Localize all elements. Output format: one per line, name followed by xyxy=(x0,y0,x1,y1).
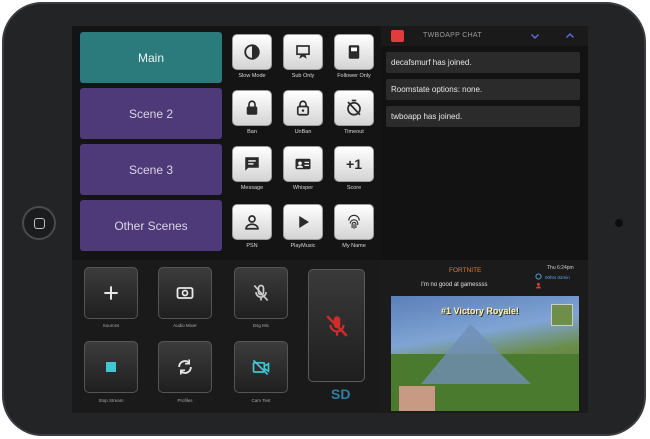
stream-preview[interactable]: #1 Victory Royale! xyxy=(391,296,579,411)
scene-other-button[interactable]: Other Scenes xyxy=(80,200,222,251)
chat-message: decafsmurf has joined. xyxy=(386,52,580,73)
audio-mixer-button[interactable] xyxy=(158,267,212,319)
scene-3-button[interactable]: Scene 3 xyxy=(80,144,222,195)
chevron-down-icon[interactable] xyxy=(529,30,541,42)
message-button[interactable] xyxy=(232,146,272,182)
timeout-label: Timeout xyxy=(344,129,364,135)
sync-icon xyxy=(178,359,192,375)
audio-mixer-icon xyxy=(176,287,194,299)
score-button[interactable]: +1 xyxy=(334,146,374,182)
slow-mode-icon xyxy=(244,44,260,60)
chat-header: TWBOAPP CHAT xyxy=(381,26,588,46)
dsg-mic-label: Dsg Mic xyxy=(252,323,270,328)
stop-stream-button[interactable] xyxy=(84,341,138,393)
clock-icon xyxy=(535,273,542,280)
chat-panel[interactable]: decafsmurf has joined. Roomstate options… xyxy=(381,46,588,260)
camera-off-icon xyxy=(252,359,270,376)
audio-mixer-label: Audio Mixer xyxy=(173,323,197,328)
game-title: FORTNITE xyxy=(449,267,482,274)
stop-icon xyxy=(106,362,116,372)
chat-message: twboapp has joined. xyxy=(386,106,580,127)
lock-icon xyxy=(246,100,258,115)
screen: Main Scene 2 Scene 3 Other Scenes Slow M… xyxy=(72,26,588,413)
psn-button[interactable] xyxy=(232,204,272,240)
follower-only-icon xyxy=(348,45,360,59)
scene-main-button[interactable]: Main xyxy=(80,32,222,83)
score-label: Score xyxy=(346,185,362,191)
follower-only-label: Follower Only xyxy=(337,73,371,79)
cam-test-button[interactable] xyxy=(234,341,288,393)
chat-message: Roomstate options: none. xyxy=(386,79,580,100)
scene-2-button[interactable]: Scene 2 xyxy=(80,88,222,139)
whisper-button[interactable] xyxy=(283,146,323,182)
play-icon xyxy=(299,216,309,228)
fingerprint-icon xyxy=(348,214,360,229)
message-icon xyxy=(245,157,259,171)
unban-button[interactable] xyxy=(283,90,323,126)
stream-status: I'm no good at gamessss xyxy=(421,282,488,288)
chat-title: TWBOAPP CHAT xyxy=(423,32,482,39)
minimap xyxy=(551,304,573,326)
my-name-button[interactable] xyxy=(334,204,374,240)
my-name-label: My Name xyxy=(342,243,366,249)
timeout-button[interactable] xyxy=(334,90,374,126)
chevron-up-icon[interactable] xyxy=(564,30,576,42)
play-music-button[interactable] xyxy=(283,204,323,240)
plus-one-icon: +1 xyxy=(346,156,362,172)
profiles-button[interactable] xyxy=(158,341,212,393)
profiles-label: Profiles xyxy=(177,398,193,403)
webcam-overlay xyxy=(399,386,435,411)
app-logo: SD xyxy=(331,386,351,402)
clock: Thu 6:24pm xyxy=(547,265,574,271)
sources-label: Sources xyxy=(102,323,120,328)
user-icon xyxy=(245,215,259,230)
camera-lens xyxy=(615,219,623,227)
sub-only-icon xyxy=(296,45,310,59)
sources-button[interactable] xyxy=(84,267,138,319)
plus-icon xyxy=(104,286,118,300)
slow-mode-button[interactable] xyxy=(232,34,272,70)
follower-only-button[interactable] xyxy=(334,34,374,70)
victory-banner: #1 Victory Royale! xyxy=(441,306,519,316)
big-mic-toggle[interactable] xyxy=(308,269,365,382)
mic-off-icon xyxy=(253,284,269,302)
cam-test-label: Cam Test xyxy=(251,398,271,403)
twitch-logo-icon xyxy=(391,30,404,42)
timer-off-icon xyxy=(347,99,361,116)
sub-only-button[interactable] xyxy=(283,34,323,70)
contact-card-icon xyxy=(295,158,311,170)
stop-stream-label: Stop Stream xyxy=(98,398,124,403)
home-button[interactable] xyxy=(22,206,56,240)
viewer-icon xyxy=(535,282,542,289)
unlock-icon xyxy=(296,100,310,116)
ban-button[interactable] xyxy=(232,90,272,126)
stream-panel: FORTNITE Thu 6:24pm 00hrs 02min I'm no g… xyxy=(381,260,588,413)
stream-duration: 00hrs 02min xyxy=(545,275,570,280)
dsg-mic-button[interactable] xyxy=(234,267,288,319)
mic-off-icon xyxy=(325,314,348,337)
